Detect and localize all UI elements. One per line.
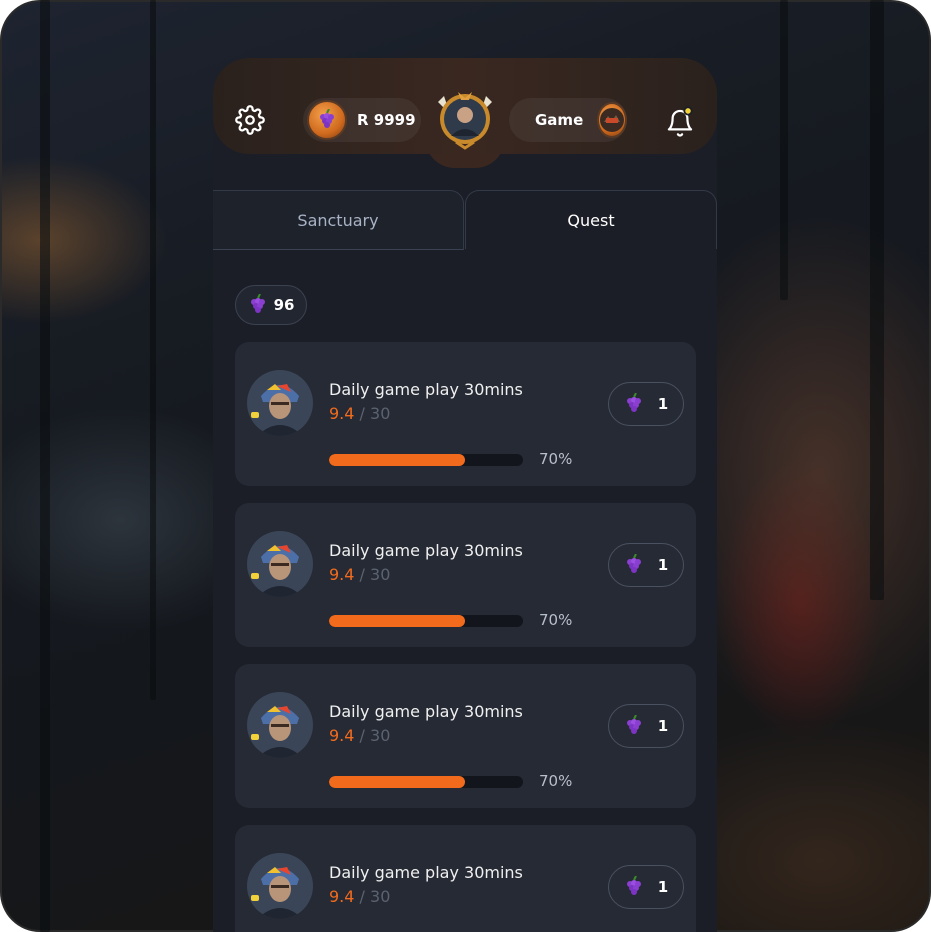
quest-total: 30 xyxy=(370,726,391,745)
quest-card[interactable]: Daily game play 30mins 9.4 / 30 70% 1 xyxy=(235,342,696,486)
quest-card[interactable]: Daily game play 30mins 9.4 / 30 70% 1 xyxy=(235,825,696,932)
quest-title: Daily game play 30mins xyxy=(329,702,523,721)
quest-avatar xyxy=(247,853,313,919)
quest-score: 9.4 / 30 xyxy=(329,887,391,906)
bell-icon[interactable] xyxy=(665,106,695,138)
quest-total: 30 xyxy=(370,887,391,906)
quest-reward-button[interactable]: 1 xyxy=(608,543,684,587)
quest-progress-label: 70% xyxy=(539,772,573,790)
quest-panel: R 9999 Game Sanctuary Quest 96 Daily gam… xyxy=(213,58,717,932)
quest-avatar xyxy=(247,370,313,436)
quest-total: 30 xyxy=(370,404,391,423)
quest-score: 9.4 / 30 xyxy=(329,404,391,423)
quest-reward-button[interactable]: 1 xyxy=(608,382,684,426)
tab-quest[interactable]: Quest xyxy=(465,190,717,249)
quest-progress-label: 70% xyxy=(539,450,573,468)
quest-title: Daily game play 30mins xyxy=(329,380,523,399)
grape-balance-badge: 96 xyxy=(235,285,307,325)
quest-score: 9.4 / 30 xyxy=(329,726,391,745)
quest-total: 30 xyxy=(370,565,391,584)
quest-current: 9.4 xyxy=(329,404,355,423)
background-scene: R 9999 Game Sanctuary Quest 96 Daily gam… xyxy=(0,0,931,932)
quest-progress-bar xyxy=(329,776,523,788)
quest-avatar xyxy=(247,692,313,758)
tab-bar: Sanctuary Quest xyxy=(213,190,717,250)
gear-icon[interactable] xyxy=(235,105,265,135)
top-bar: R 9999 Game xyxy=(213,58,717,154)
quest-current: 9.4 xyxy=(329,726,355,745)
grape-icon xyxy=(626,554,641,573)
grape-balance-value: 96 xyxy=(273,296,295,314)
quest-card[interactable]: Daily game play 30mins 9.4 / 30 70% 1 xyxy=(235,503,696,647)
quest-reward-button[interactable]: 1 xyxy=(608,704,684,748)
quest-card[interactable]: Daily game play 30mins 9.4 / 30 70% 1 xyxy=(235,664,696,808)
quest-progress-bar xyxy=(329,454,523,466)
quest-progress-fill xyxy=(329,615,465,627)
quest-reward-button[interactable]: 1 xyxy=(608,865,684,909)
quest-score: 9.4 / 30 xyxy=(329,565,391,584)
game-label: Game xyxy=(535,111,584,129)
quest-reward-value: 1 xyxy=(657,878,669,896)
quest-avatar xyxy=(247,531,313,597)
grape-icon xyxy=(626,715,641,734)
quest-progress-fill xyxy=(329,454,465,466)
grape-icon xyxy=(307,100,347,140)
quest-title: Daily game play 30mins xyxy=(329,541,523,560)
quest-current: 9.4 xyxy=(329,565,355,584)
currency-amount: R 9999 xyxy=(357,111,416,129)
quest-current: 9.4 xyxy=(329,887,355,906)
quest-progress-fill xyxy=(329,776,465,788)
grape-icon xyxy=(626,393,641,412)
grape-icon xyxy=(250,294,265,313)
quest-progress-label: 70% xyxy=(539,611,573,629)
quest-reward-value: 1 xyxy=(657,395,669,413)
quest-reward-value: 1 xyxy=(657,556,669,574)
grape-icon xyxy=(626,876,641,895)
quest-reward-value: 1 xyxy=(657,717,669,735)
quest-title: Daily game play 30mins xyxy=(329,863,523,882)
game-pill[interactable]: Game xyxy=(509,98,628,142)
avatar[interactable] xyxy=(434,88,496,150)
quest-progress-bar xyxy=(329,615,523,627)
tab-sanctuary[interactable]: Sanctuary xyxy=(213,190,464,250)
currency-pill[interactable]: R 9999 xyxy=(303,98,421,142)
game-icon xyxy=(597,102,628,138)
